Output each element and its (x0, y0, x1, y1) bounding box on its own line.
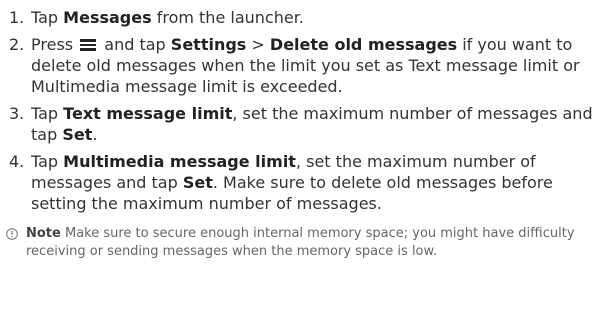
delete-old-messages-label: Delete old messages (269, 35, 458, 54)
set-label: Set (62, 125, 93, 144)
info-circle-icon (6, 228, 18, 240)
step-2: 2. Press and tap Settings > Delete old m… (0, 34, 616, 97)
settings-label: Settings (170, 35, 247, 54)
step-text: Tap Messages from the launcher. (31, 8, 304, 27)
steps-list: 1. Tap Messages from the launcher. 2. Pr… (0, 7, 616, 214)
step-number: 3. (9, 104, 25, 123)
multimedia-message-limit-label: Multimedia message limit (63, 152, 296, 171)
step-3: 3. Tap Text message limit, set the maxim… (0, 103, 616, 145)
step-number: 4. (9, 152, 25, 171)
step-text: Tap Multimedia message limit, set the ma… (31, 152, 553, 213)
step-1: 1. Tap Messages from the launcher. (0, 7, 616, 28)
instruction-page: 1. Tap Messages from the launcher. 2. Pr… (0, 0, 616, 329)
messages-label: Messages (63, 8, 152, 27)
step-text: Tap Text message limit, set the maximum … (31, 104, 593, 144)
step-number: 1. (9, 8, 25, 27)
step-4: 4. Tap Multimedia message limit, set the… (0, 151, 616, 214)
note-text: Note Make sure to secure enough internal… (26, 226, 575, 259)
set-label: Set (182, 173, 213, 192)
text-message-limit-label: Text message limit (63, 104, 233, 123)
note-box: Note Make sure to secure enough internal… (0, 225, 616, 261)
step-text: Press and tap Settings > Delete old mess… (31, 35, 580, 96)
step-number: 2. (9, 35, 25, 54)
menu-icon (80, 39, 97, 51)
note-label: Note (26, 226, 61, 241)
